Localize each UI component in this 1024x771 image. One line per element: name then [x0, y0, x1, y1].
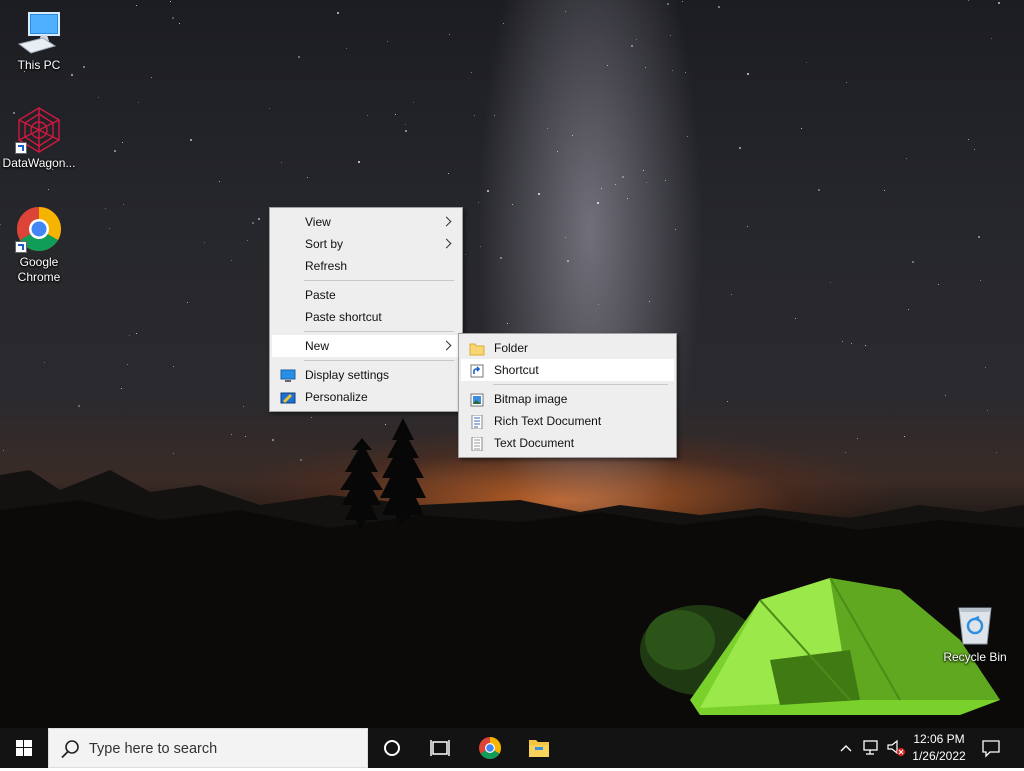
menu-item-personalize[interactable]: Personalize [272, 386, 460, 408]
network-button[interactable] [862, 739, 882, 757]
volume-muted-icon [887, 739, 905, 756]
menu-item-label: Personalize [305, 390, 368, 404]
menu-item-view[interactable]: View [272, 211, 460, 233]
menu-separator [304, 360, 454, 361]
notification-icon [982, 740, 1000, 758]
submenu-item-shortcut[interactable]: Shortcut [461, 359, 674, 381]
desktop-icon-datawagon[interactable]: DataWagon... [0, 106, 78, 171]
shortcut-overlay-icon [15, 142, 27, 154]
search-icon [61, 740, 79, 759]
cortana-circle-icon [384, 740, 400, 756]
submenu-item-rich-text-document[interactable]: Rich Text Document [461, 410, 674, 432]
cortana-button[interactable] [368, 728, 416, 768]
menu-item-label: Text Document [494, 436, 575, 450]
menu-item-refresh[interactable]: Refresh [272, 255, 460, 277]
menu-item-sort-by[interactable]: Sort by [272, 233, 460, 255]
datawagon-icon [15, 106, 63, 154]
chrome-icon [15, 205, 63, 253]
menu-item-label: View [305, 215, 331, 229]
menu-item-label: Folder [494, 341, 529, 355]
folder-icon [469, 341, 485, 356]
menu-item-paste-shortcut[interactable]: Paste shortcut [272, 306, 460, 328]
taskbar-file-explorer-button[interactable] [515, 728, 563, 768]
taskbar: Type here to search 12:06 PM 1/26/2022 [0, 728, 1024, 768]
display-settings-icon [280, 368, 296, 382]
menu-item-label: Rich Text Document [494, 414, 602, 428]
chevron-right-icon [441, 216, 452, 227]
new-submenu: Folder Shortcut Bitmap image Rich Text D… [458, 333, 677, 458]
desktop-icon-label: Google Chrome [17, 255, 61, 284]
desktop-icon-label: Recycle Bin [943, 650, 1007, 664]
menu-item-label: New [305, 339, 330, 353]
desktop-context-menu: View Sort by Refresh Paste Paste shortcu… [269, 207, 463, 412]
desktop-icon-google-chrome[interactable]: Google Chrome [0, 205, 78, 285]
clock[interactable]: 12:06 PM 1/26/2022 [906, 732, 972, 763]
menu-item-paste[interactable]: Paste [272, 284, 460, 306]
shortcut-overlay-icon [15, 241, 27, 253]
this-pc-icon [15, 8, 63, 56]
menu-item-label: Paste [305, 288, 336, 302]
menu-item-label: Display settings [305, 368, 390, 382]
bitmap-image-icon [469, 392, 485, 407]
chevron-up-icon [840, 745, 852, 752]
text-document-icon [469, 436, 485, 452]
desktop-icon-label: DataWagon... [2, 156, 76, 170]
chevron-right-icon [441, 340, 452, 351]
chrome-icon [479, 737, 501, 759]
desktop-icon-recycle-bin[interactable]: Recycle Bin [936, 600, 1014, 665]
chevron-right-icon [441, 238, 452, 249]
personalize-icon [280, 390, 296, 404]
desktop-icon-this-pc[interactable]: This PC [0, 8, 78, 73]
file-explorer-icon [529, 740, 549, 757]
taskbar-search-box[interactable]: Type here to search [48, 728, 368, 768]
menu-separator [304, 280, 454, 281]
clock-time: 12:06 PM [913, 732, 965, 746]
task-view-button[interactable] [416, 728, 464, 768]
menu-item-label: Bitmap image [494, 392, 568, 406]
menu-item-label: Paste shortcut [305, 310, 382, 324]
start-button[interactable] [0, 728, 48, 768]
menu-item-label: Shortcut [494, 363, 539, 377]
submenu-item-folder[interactable]: Folder [461, 337, 674, 359]
menu-item-label: Refresh [305, 259, 348, 273]
submenu-item-text-document[interactable]: Text Document [461, 432, 674, 454]
menu-separator [304, 331, 454, 332]
volume-button[interactable] [886, 739, 906, 757]
menu-item-new[interactable]: New [272, 335, 460, 357]
windows-logo-icon [16, 740, 32, 756]
show-hidden-icons-button[interactable] [838, 740, 854, 756]
submenu-item-bitmap-image[interactable]: Bitmap image [461, 388, 674, 410]
network-icon [863, 740, 878, 755]
action-center-button[interactable] [980, 738, 1002, 758]
recycle-bin-icon [951, 600, 999, 648]
menu-item-label: Sort by [305, 237, 344, 251]
shortcut-icon [469, 363, 485, 378]
task-view-icon [430, 740, 450, 756]
taskbar-chrome-button[interactable] [466, 728, 514, 768]
rich-text-document-icon [469, 414, 485, 430]
menu-item-display-settings[interactable]: Display settings [272, 364, 460, 386]
clock-date: 1/26/2022 [912, 749, 966, 763]
desktop-icon-label: This PC [17, 58, 61, 72]
menu-separator [493, 384, 668, 385]
search-placeholder: Type here to search [89, 741, 218, 757]
